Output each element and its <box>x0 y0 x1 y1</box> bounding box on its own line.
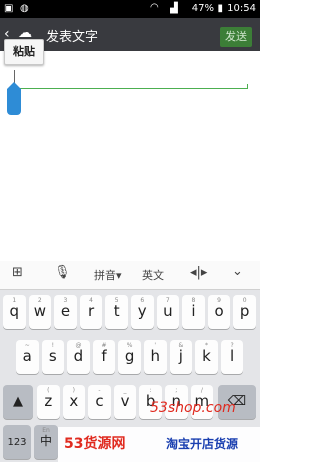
key-label: g <box>124 347 135 365</box>
key-l[interactable]: ? l <box>220 340 244 374</box>
shift-icon: ▲ <box>13 394 23 409</box>
key-u[interactable]: 7u <box>156 295 180 329</box>
watermark-banner: 53货源网 淘宝开店货源 <box>58 427 260 462</box>
key-w[interactable]: 2w <box>28 295 52 329</box>
key-label: c <box>95 392 104 410</box>
page-title: 发表文字 <box>46 30 99 45</box>
key-label: v <box>120 392 130 410</box>
key-label: o <box>214 302 224 320</box>
numbers-key[interactable]: 123 <box>3 425 31 459</box>
key-label: y <box>137 302 147 320</box>
key-label: f <box>101 347 107 365</box>
key-label: k <box>202 347 211 365</box>
key-j[interactable]: & j <box>169 340 193 374</box>
battery-level: 47% <box>191 3 214 14</box>
key-d[interactable]: @ d <box>67 340 90 374</box>
cursor-move-icon[interactable]: ◂|▸ <box>190 265 207 280</box>
key-label: t <box>113 302 120 320</box>
key-c[interactable]: -c <box>88 385 111 419</box>
key-label: s <box>48 347 57 365</box>
collapse-keyboard-icon[interactable]: ⌄ <box>232 264 243 279</box>
key-label: q <box>9 302 20 320</box>
cursor-handle[interactable] <box>7 82 21 115</box>
key-z[interactable]: (z <box>37 385 60 419</box>
battery-icon: ▮ <box>217 3 223 14</box>
key-q[interactable]: 1q <box>3 295 26 329</box>
watermark-right: 淘宝开店货源 <box>166 437 239 451</box>
key-e[interactable]: 3e <box>54 295 77 329</box>
input-mode-selector[interactable]: 拼音▾ <box>94 267 122 283</box>
language-key-label: 中 <box>39 434 52 448</box>
key-label: w <box>33 302 46 320</box>
key-o[interactable]: 9o <box>207 295 231 329</box>
key-label: p <box>239 302 250 320</box>
microphone-icon[interactable]: 🎙 <box>54 265 71 280</box>
key-r[interactable]: 4r <box>79 295 103 329</box>
key-i[interactable]: 8i <box>182 295 205 329</box>
image-icon: ▣ <box>4 3 14 14</box>
key-y[interactable]: 6y <box>131 295 154 329</box>
wechat-icon: ◍ <box>20 3 29 14</box>
key-label: z <box>44 392 53 410</box>
watermark-left: 53货源网 <box>64 436 126 452</box>
key-h[interactable]: ' h <box>144 340 167 374</box>
clock: 10:54 <box>227 3 256 14</box>
key-label: d <box>73 347 84 365</box>
text-input-underline[interactable] <box>14 84 248 89</box>
send-button[interactable]: 发送 <box>220 27 252 47</box>
key-label: u <box>163 302 173 320</box>
key-label: h <box>150 347 160 365</box>
key-k[interactable]: * k <box>195 340 218 374</box>
key-label: x <box>69 392 79 410</box>
key-g[interactable]: % g <box>118 340 141 374</box>
key-p[interactable]: 0p <box>233 295 256 329</box>
key-v[interactable]: _ v <box>113 385 137 419</box>
key-s[interactable]: ! s <box>41 340 65 374</box>
key-label: r <box>87 302 95 320</box>
english-mode-toggle[interactable]: 英文 <box>142 267 164 283</box>
key-x[interactable]: ) x <box>62 385 86 419</box>
key-label: i <box>191 302 196 320</box>
key-label: l <box>229 347 235 365</box>
signal-icon: ▟ <box>170 3 178 14</box>
shift-key[interactable]: ▲ <box>3 385 33 419</box>
key-label: e <box>60 302 71 320</box>
watermark-url: 53shop.com <box>150 400 236 416</box>
language-key[interactable]: En 中 <box>34 425 58 459</box>
paste-button[interactable]: 粘贴 <box>4 39 44 65</box>
key-label: a <box>22 347 32 365</box>
key-f[interactable]: # f <box>92 340 116 374</box>
key-label: j <box>178 347 183 365</box>
key-a[interactable]: ~ a <box>16 340 39 374</box>
input-mode-label: 拼音 <box>94 269 116 282</box>
key-t[interactable]: 5t <box>105 295 128 329</box>
keyboard-toolbar: ⊞ 🎙 拼音▾ 英文 ◂|▸ ⌄ <box>0 261 260 290</box>
wifi-icon: ◠ <box>150 2 159 13</box>
grid-icon[interactable]: ⊞ <box>12 265 23 280</box>
status-bar: ▣ ◍ ◠ ▟ 47% ▮ 10:54 <box>0 0 260 18</box>
numbers-key-label: 123 <box>7 437 27 448</box>
